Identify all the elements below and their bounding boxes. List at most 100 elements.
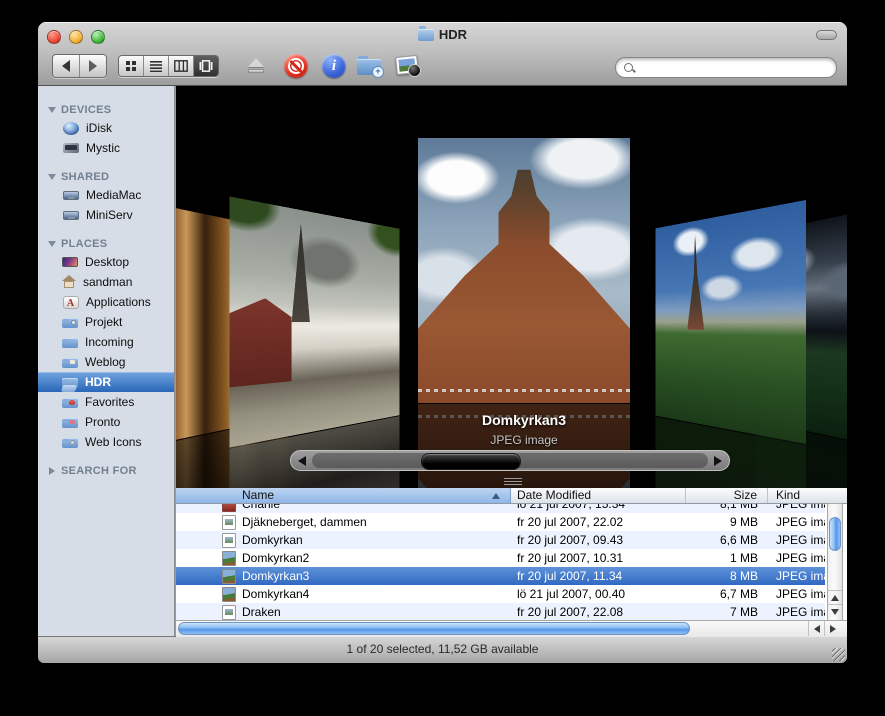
sidebar-section: SHARED MediaMac MiniServ (38, 169, 174, 225)
sidebar-section: SEARCH FOR (38, 463, 174, 479)
horizontal-scrollbar-thumb[interactable] (178, 622, 690, 635)
sidebar-item[interactable]: Incoming (38, 332, 174, 352)
pronto-folder-icon (62, 418, 78, 428)
sidebar-item[interactable]: Favorites (38, 392, 174, 412)
cell-date-modified: lö 21 jul 2007, 15.34 (511, 503, 686, 511)
search-field[interactable] (615, 57, 837, 78)
scrub-right-icon[interactable] (714, 456, 722, 466)
sidebar-item[interactable]: iDisk (38, 118, 174, 138)
table-row[interactable]: Domkyrkan fr 20 jul 2007, 09.43 6,6 MB J… (176, 531, 825, 549)
sidebar-item[interactable]: Mystic (38, 138, 174, 158)
cell-kind: JPEG image (768, 503, 825, 511)
photo-app-button[interactable] (393, 51, 423, 81)
cell-size: 9 MB (686, 515, 768, 529)
prohibited-icon (284, 54, 308, 78)
toolbar-toggle-button[interactable] (816, 30, 837, 40)
sidebar-item[interactable]: Projekt (38, 312, 174, 332)
sidebar-item[interactable]: MiniServ (38, 205, 174, 225)
scroll-left-button[interactable] (808, 621, 824, 636)
sidebar-item[interactable]: Web Icons (38, 432, 174, 452)
sidebar-section-label: DEVICES (61, 104, 111, 116)
coverflow-scrubber[interactable] (290, 450, 730, 471)
sidebar-item[interactable]: MediaMac (38, 185, 174, 205)
sidebar-item[interactable]: Pronto (38, 412, 174, 432)
coverflow-view-icon (199, 60, 213, 72)
sidebar-section-header[interactable]: PLACES (38, 236, 174, 252)
sidebar-item[interactable]: Applications (38, 292, 174, 312)
window-chrome[interactable]: HDR (38, 22, 847, 86)
get-info-button[interactable]: i (319, 51, 349, 81)
sidebar-item[interactable]: HDR (38, 372, 174, 392)
sidebar-section-items: iDisk Mystic (38, 118, 174, 158)
sidebar-section-items: Desktop sandman Applications (38, 252, 174, 452)
folder-icon (418, 29, 434, 41)
sidebar-section-header[interactable]: SEARCH FOR (38, 463, 174, 479)
disclosure-triangle-icon[interactable] (48, 174, 56, 180)
sidebar-section-header[interactable]: DEVICES (38, 102, 174, 118)
sidebar-section-label: PLACES (61, 238, 107, 250)
cover-photo (229, 196, 399, 447)
coverflow-view-button[interactable] (193, 56, 218, 76)
column-header-size[interactable]: Size (686, 488, 768, 503)
arrow-left-icon (814, 625, 820, 633)
window-title: HDR (439, 27, 467, 42)
horizontal-scrollbar[interactable] (176, 620, 847, 637)
sidebar-item-label: Favorites (85, 395, 134, 409)
burn-restriction-button[interactable] (281, 51, 311, 81)
column-view-icon (174, 60, 188, 72)
sidebar-item[interactable]: Desktop (38, 252, 174, 272)
cell-name: Domkyrkan3 (176, 569, 511, 584)
list-view-button[interactable] (143, 56, 168, 76)
icon-view-button[interactable] (119, 56, 143, 76)
view-mode-control (118, 55, 219, 77)
white-church-photo[interactable] (229, 196, 399, 447)
column-view-button[interactable] (168, 56, 193, 76)
table-row[interactable]: Domkyrkan3 fr 20 jul 2007, 11.34 8 MB JP… (176, 567, 825, 585)
coverflow-scrubber-thumb[interactable] (421, 453, 521, 470)
column-header-kind[interactable]: Kind (768, 488, 847, 503)
coverflow-area[interactable]: Domkyrkan3 JPEG image (176, 86, 847, 488)
scrub-left-icon[interactable] (298, 456, 306, 466)
table-row[interactable]: Charlie lö 21 jul 2007, 15.34 8,1 MB JPE… (176, 503, 825, 513)
back-button[interactable] (53, 55, 79, 77)
column-header-name[interactable]: Name (176, 488, 511, 503)
red-photo-icon (222, 503, 236, 512)
icon-view-icon (125, 60, 137, 72)
sidebar-item[interactable]: sandman (38, 272, 174, 292)
table-row[interactable]: Djäkneberget, dammen fr 20 jul 2007, 22.… (176, 513, 825, 531)
disclosure-triangle-icon[interactable] (49, 467, 55, 475)
eject-button[interactable] (241, 51, 271, 81)
photo-file-icon (222, 569, 236, 584)
disclosure-triangle-icon[interactable] (48, 241, 56, 247)
new-folder-button[interactable]: + (355, 51, 385, 81)
vertical-scrollbar-thumb[interactable] (829, 517, 841, 551)
content-area: Domkyrkan3 JPEG image Name Date Modified… (176, 86, 847, 637)
scroll-down-button[interactable] (828, 604, 842, 619)
forward-button[interactable] (79, 55, 106, 77)
town-spire-photo[interactable] (656, 200, 806, 444)
arrow-up-icon (831, 595, 839, 601)
cell-size: 1 MB (686, 551, 768, 565)
column-header-date-modified[interactable]: Date Modified (511, 488, 686, 503)
resize-grip[interactable] (832, 648, 845, 661)
sidebar-item[interactable]: Weblog (38, 352, 174, 372)
toolbar: i + (38, 48, 847, 85)
sidebar-item-label: Incoming (85, 335, 134, 349)
scroll-up-button[interactable] (828, 590, 842, 605)
search-input[interactable] (635, 60, 836, 75)
horizontal-scroll-buttons (808, 621, 840, 636)
pane-splitter-handle[interactable] (504, 478, 522, 486)
sidebar-item-label: Web Icons (85, 435, 141, 449)
table-row[interactable]: Draken fr 20 jul 2007, 22.08 7 MB JPEG i… (176, 603, 825, 621)
list-header: Name Date Modified Size Kind (176, 488, 847, 504)
table-row[interactable]: Domkyrkan4 lö 21 jul 2007, 00.40 6,7 MB … (176, 585, 825, 603)
scroll-right-button[interactable] (824, 621, 840, 636)
sidebar-section-header[interactable]: SHARED (38, 169, 174, 185)
table-row[interactable]: Domkyrkan2 fr 20 jul 2007, 10.31 1 MB JP… (176, 549, 825, 567)
forward-arrow-icon (89, 60, 97, 72)
doc-file-icon (222, 533, 236, 548)
disclosure-triangle-icon[interactable] (48, 107, 56, 113)
display-icon (63, 211, 79, 220)
domkyrkan3-photo[interactable] (418, 138, 630, 403)
vertical-scrollbar[interactable] (827, 503, 843, 621)
